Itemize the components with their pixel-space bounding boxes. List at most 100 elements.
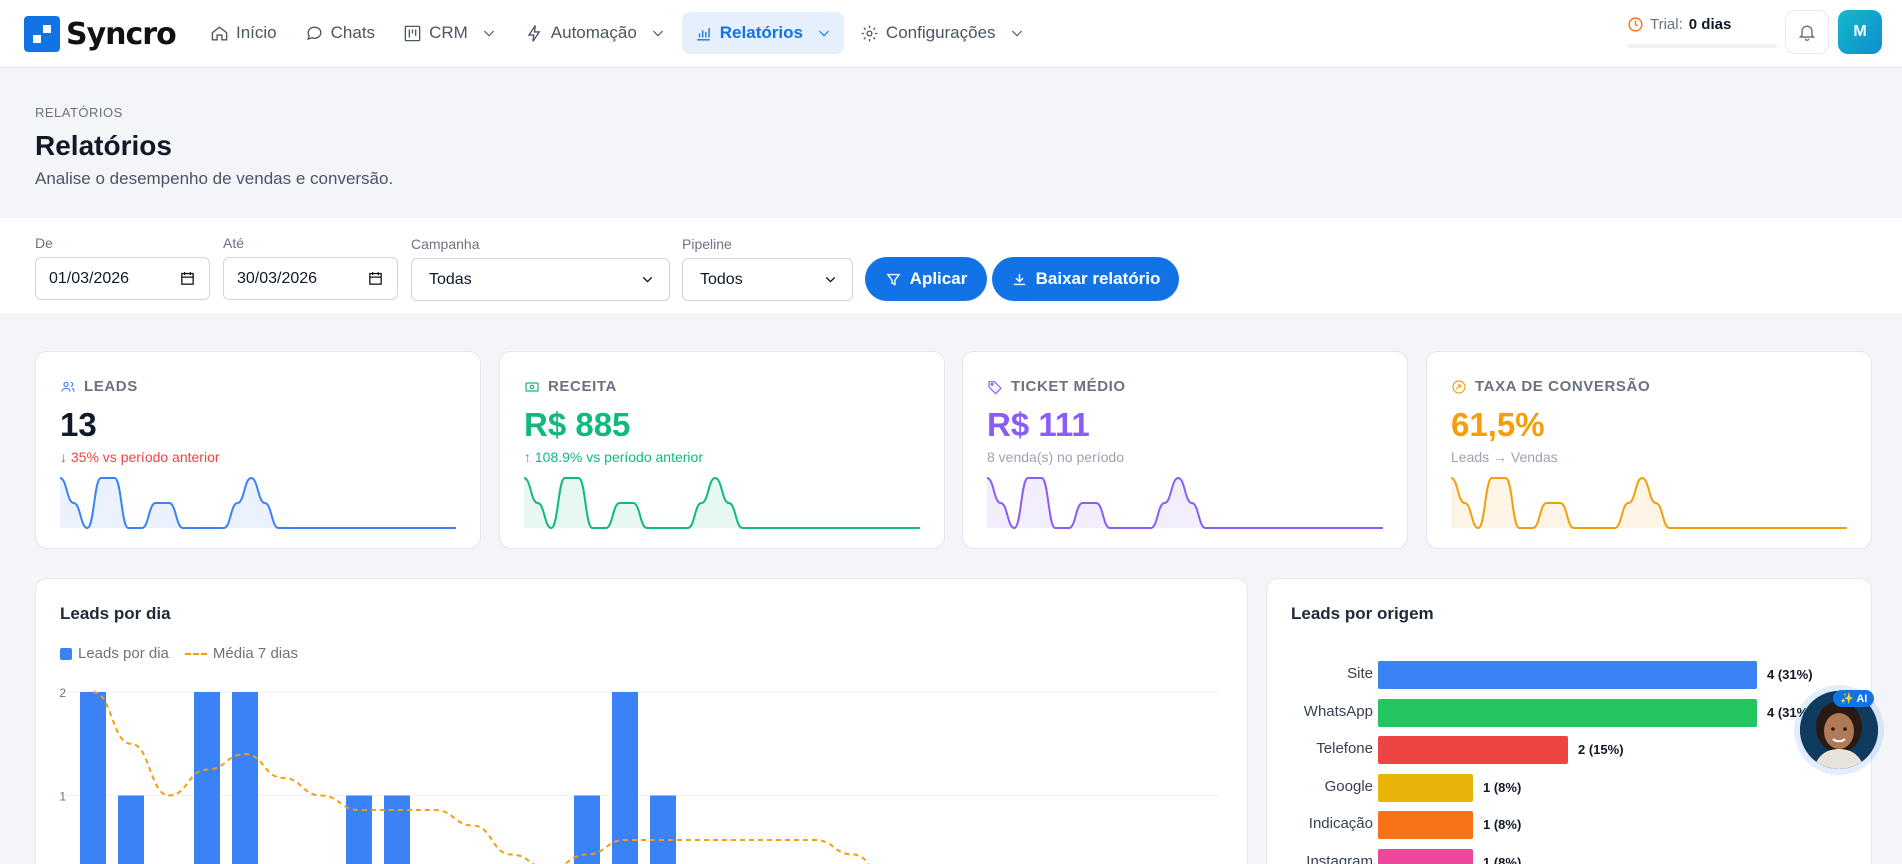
origin-row: Site 4 (31%) — [1267, 661, 1867, 689]
origin-bar[interactable] — [1378, 773, 1473, 802]
kpi-value: R$ 111 — [987, 406, 1090, 443]
pipeline-label: Pipeline — [682, 236, 732, 252]
filter-bar: De 01/03/2026 Até 30/03/2026 Campanha To… — [0, 217, 1902, 315]
users-icon — [61, 381, 75, 392]
kpi-label: TICKET MÉDIO — [987, 378, 1126, 395]
bar[interactable] — [118, 795, 144, 864]
apply-button[interactable]: Aplicar — [865, 257, 987, 301]
kpi-value: R$ 885 — [524, 406, 631, 443]
download-label: Baixar relatório — [1035, 269, 1161, 288]
average-line — [92, 691, 870, 864]
gear-icon — [861, 25, 878, 41]
origin-label: Google — [1324, 777, 1373, 795]
nav-item-inicio[interactable]: Início — [198, 12, 289, 54]
chevron-down-icon — [483, 30, 494, 37]
leads-per-day-chart: 21 — [59, 686, 1219, 864]
apply-label: Aplicar — [909, 269, 968, 288]
nav-item-chats[interactable]: Chats — [293, 12, 387, 54]
pipeline-select[interactable]: Todos — [682, 258, 853, 301]
chevron-down-icon — [1011, 30, 1022, 37]
brand-name: Syncro — [66, 16, 177, 52]
leads-por-dia-card: Leads por dia Leads por dia Média 7 dias… — [35, 578, 1248, 864]
origin-value: 2 (15%) — [1578, 742, 1624, 757]
origin-row: Instagram 1 (8%) — [1267, 848, 1867, 864]
campaign-select[interactable]: Todas — [411, 258, 670, 301]
kpi-label: TAXA DE CONVERSÃO — [1451, 378, 1650, 395]
campaign-value: Todas — [429, 270, 472, 288]
bar[interactable] — [612, 692, 638, 864]
tag-icon — [988, 380, 1002, 395]
kpi-delta: ↑ 108.9% vs período anterior — [524, 449, 703, 465]
nav-item-crm[interactable]: CRM — [391, 12, 509, 54]
bar[interactable] — [650, 795, 676, 864]
kpi-sparkline — [524, 476, 920, 530]
notifications-button[interactable] — [1785, 10, 1829, 54]
origin-label: WhatsApp — [1303, 702, 1373, 720]
kpi-label: RECEITA — [524, 378, 617, 395]
chevron-down-icon — [818, 30, 829, 37]
download-report-button[interactable]: Baixar relatório — [992, 257, 1179, 301]
nav-item-relatorios[interactable]: Relatórios — [681, 12, 844, 54]
user-avatar[interactable]: M — [1838, 10, 1882, 54]
pipeline-value: Todos — [700, 270, 743, 288]
nav-item-automacao[interactable]: Automação — [513, 12, 678, 54]
nav-item-label: CRM — [429, 23, 468, 42]
to-date-input[interactable]: 30/03/2026 — [223, 257, 398, 300]
origin-value: 1 (8%) — [1483, 854, 1522, 864]
origin-bar[interactable] — [1378, 698, 1757, 727]
bar[interactable] — [80, 692, 106, 864]
origin-bar[interactable] — [1378, 848, 1473, 864]
bar[interactable] — [384, 795, 410, 864]
origin-row: WhatsApp 4 (31%) — [1267, 698, 1867, 727]
page-subtitle: Analise o desempenho de vendas e convers… — [35, 169, 394, 188]
calendar-icon — [181, 272, 194, 285]
nav-item-configuracoes[interactable]: Configurações — [848, 12, 1037, 54]
bar[interactable] — [194, 692, 220, 864]
kpi-delta: Leads → Vendas — [1451, 449, 1558, 465]
calendar-icon — [369, 272, 382, 285]
origin-value: 1 (8%) — [1483, 779, 1522, 795]
kpi-delta: 8 venda(s) no período — [987, 449, 1124, 465]
origin-bar[interactable] — [1378, 811, 1473, 839]
origin-label: Telefone — [1316, 740, 1373, 757]
bar[interactable] — [232, 692, 258, 864]
clock-icon — [1628, 17, 1643, 32]
origin-row: Indicação 1 (8%) — [1267, 811, 1867, 839]
nav-item-label: Chats — [330, 23, 376, 42]
trial-indicator[interactable]: Trial: 0 dias — [1627, 16, 1731, 33]
origin-row: Google 1 (8%) — [1267, 773, 1867, 802]
to-label: Até — [223, 235, 245, 251]
origin-bar[interactable] — [1378, 736, 1568, 764]
nav-item-label: Automação — [550, 23, 637, 42]
download-icon — [1013, 273, 1025, 285]
filter-icon — [886, 273, 901, 286]
trial-progress — [1627, 44, 1777, 48]
from-label: De — [35, 235, 53, 251]
bar[interactable] — [346, 795, 372, 864]
origin-row: Telefone 2 (15%) — [1267, 736, 1867, 764]
bell-icon — [1798, 25, 1816, 41]
page-title: Relatórios — [35, 130, 172, 161]
origin-value: 1 (8%) — [1483, 817, 1522, 832]
kpi-label: LEADS — [60, 378, 138, 395]
brand-logo[interactable]: Syncro — [24, 16, 177, 52]
bolt-icon — [527, 24, 541, 42]
from-date-input[interactable]: 01/03/2026 — [35, 257, 210, 300]
leads-por-origem-card: Leads por origem Site 4 (31%) WhatsApp 4 (3… — [1266, 578, 1872, 864]
y-tick-label: 2 — [59, 686, 66, 700]
trial-label: Trial: — [1650, 16, 1683, 33]
logo-icon — [24, 16, 60, 52]
origin-bar[interactable] — [1378, 661, 1757, 689]
kpi-label-text: RECEITA — [548, 378, 617, 395]
kpi-value: 61,5% — [1451, 406, 1545, 443]
nav-item-label: Relatórios — [719, 23, 803, 42]
kpi-card-ticket-medio: TICKET MÉDIO R$ 111 8 venda(s) no períod… — [962, 351, 1408, 549]
nav-item-label: Início — [236, 23, 277, 42]
card-title: Leads por origem — [1291, 604, 1434, 623]
kpi-delta: ↓ 35% vs período anterior — [60, 449, 220, 465]
kpi-label-text: LEADS — [84, 378, 138, 395]
home-icon — [211, 25, 228, 41]
chevron-down-icon — [652, 30, 663, 37]
money-icon — [525, 381, 539, 392]
campaign-label: Campanha — [411, 236, 480, 252]
